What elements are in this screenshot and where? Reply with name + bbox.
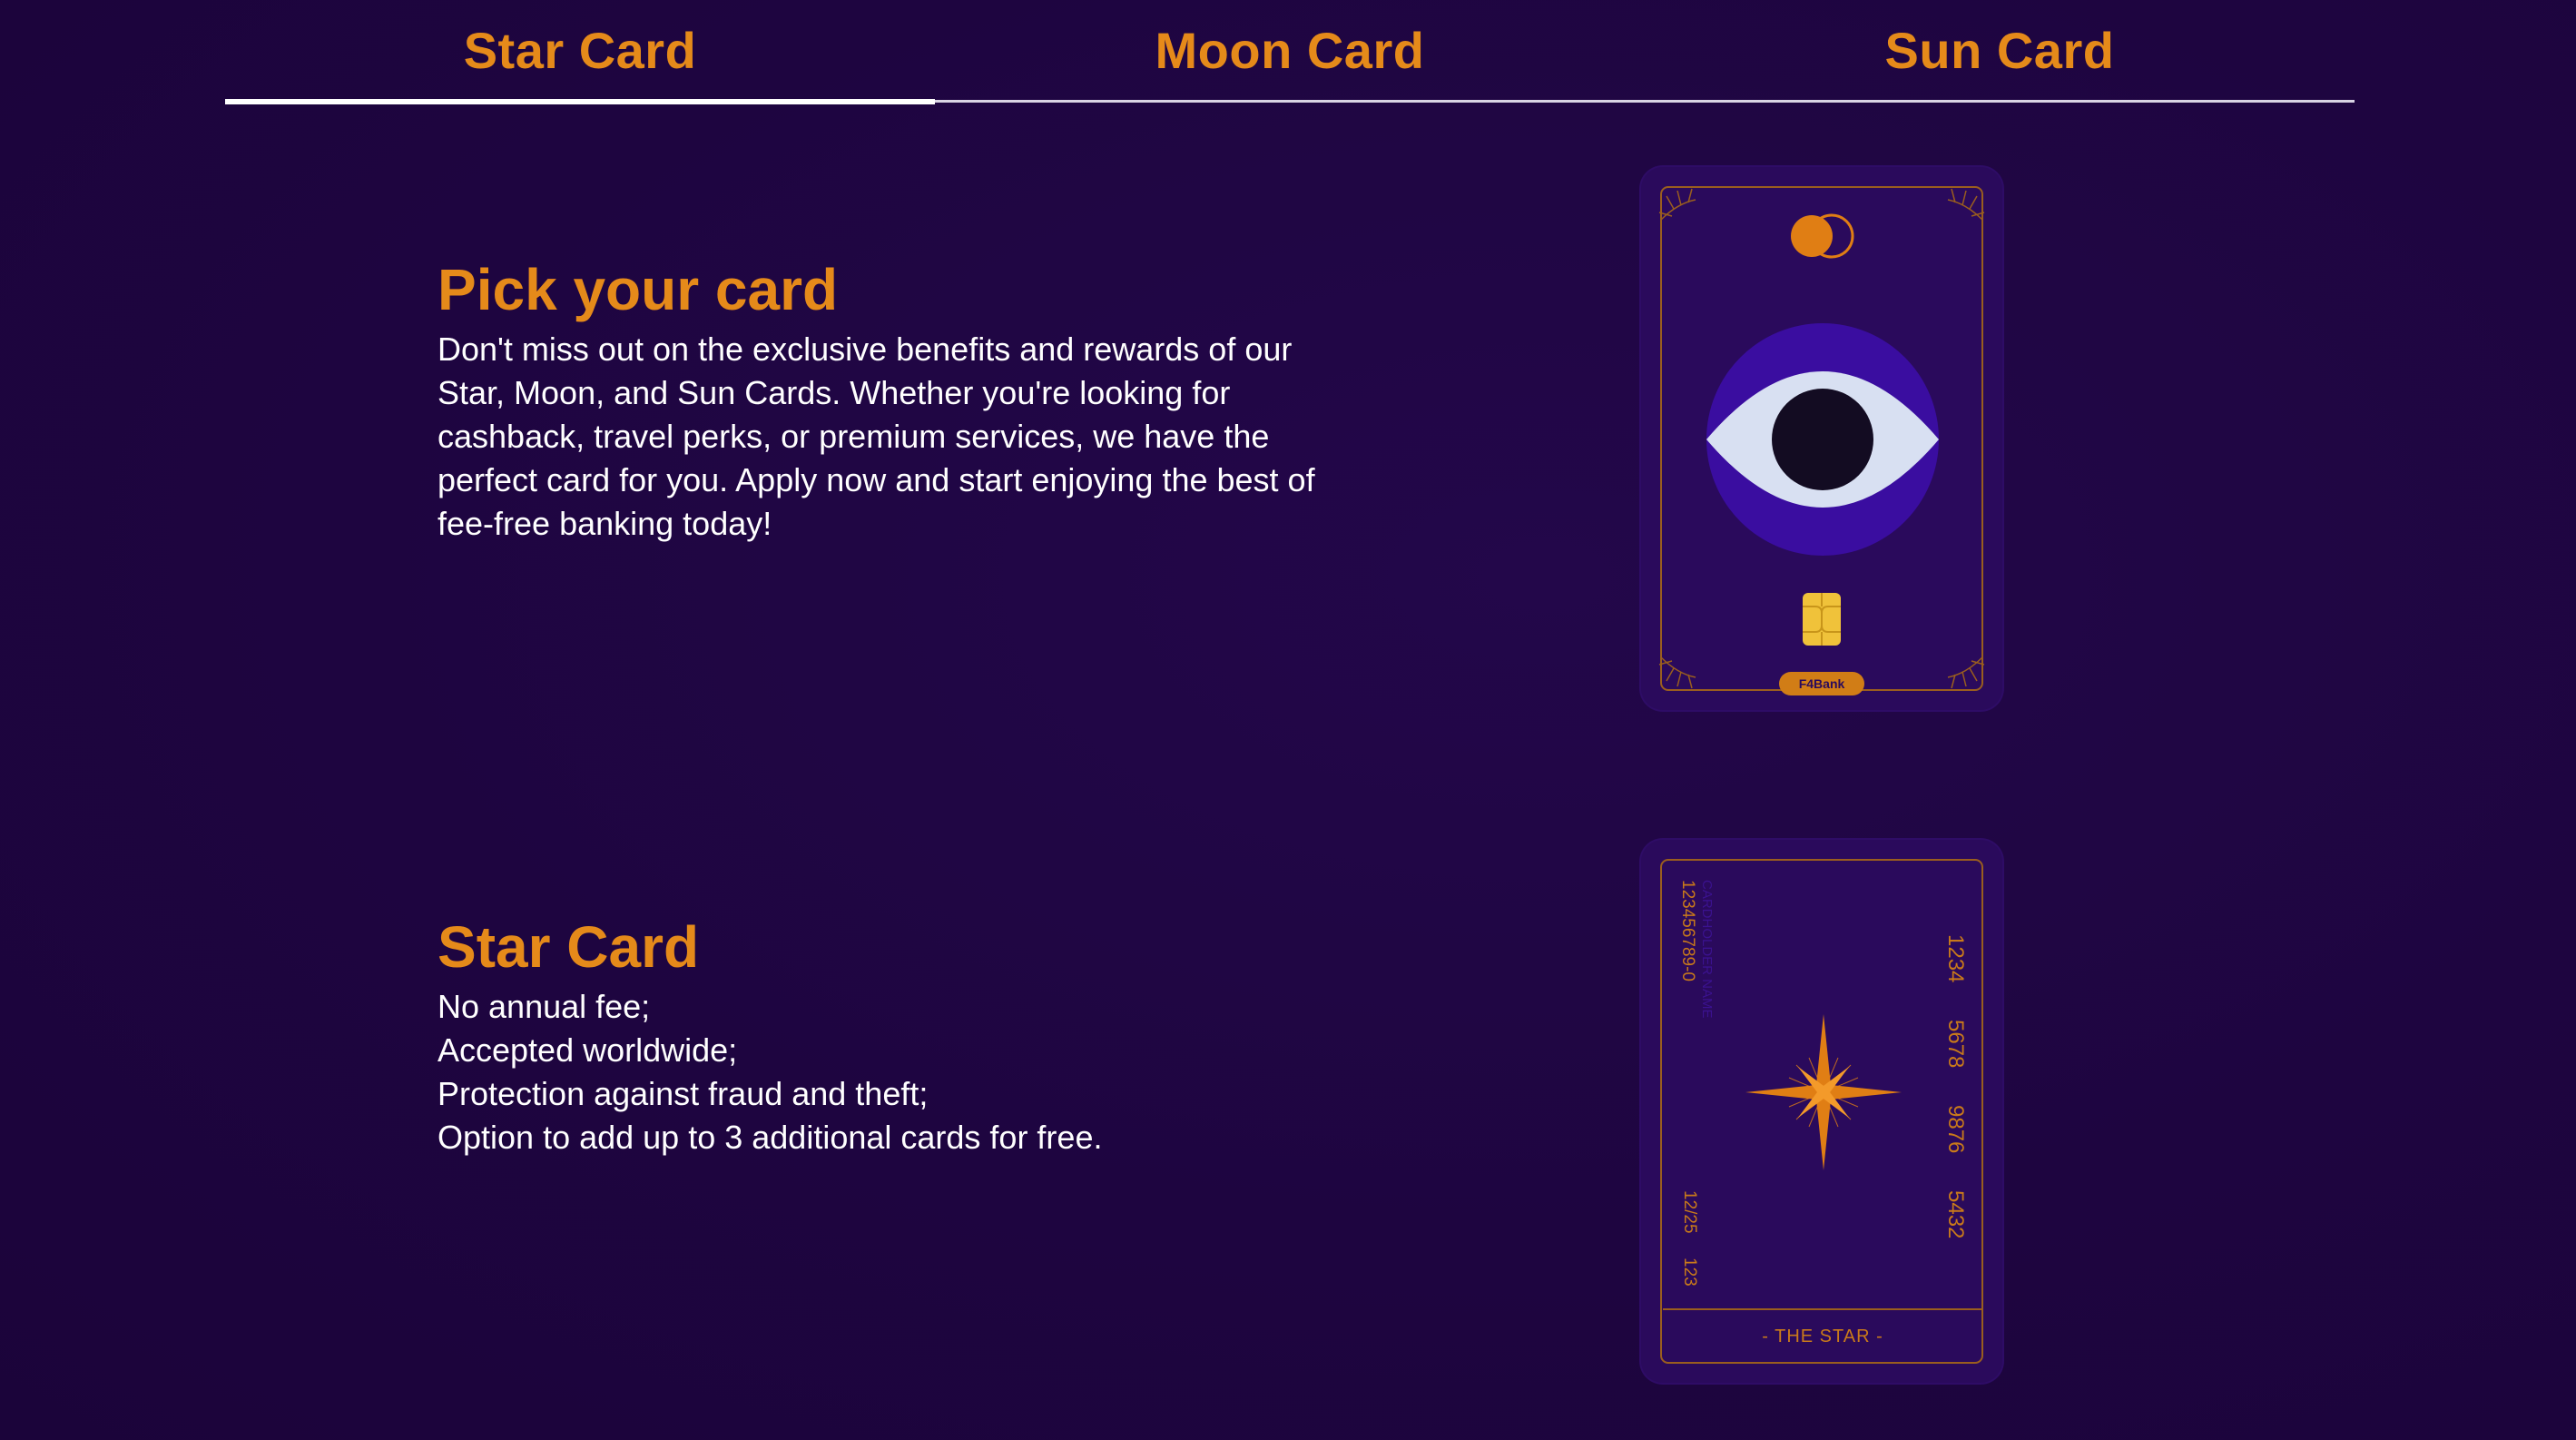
star-icon [1745,1014,1902,1170]
feature-item: Protection against fraud and theft; [438,1075,929,1113]
tab-sun-card[interactable]: Sun Card [1645,0,2355,100]
card-back-title: - THE STAR - [1663,1308,1982,1363]
feature-item: Accepted worldwide; [438,1031,738,1070]
feature-item: Option to add up to 3 additional cards f… [438,1119,1103,1157]
cvv-code: 123 [1680,1258,1699,1287]
card-number-group: 5432 [1943,1190,1968,1239]
card-number-group: 9876 [1943,1105,1968,1154]
feature-item: No annual fee; [438,988,651,1026]
intro-body: Don't miss out on the exclusive benefits… [438,330,1315,543]
active-tab-indicator [225,99,935,104]
tab-star-card[interactable]: Star Card [225,0,935,100]
tab-moon-card[interactable]: Moon Card [935,0,1645,100]
eye-icon [1706,323,1939,556]
chip-icon [1803,593,1841,646]
card-details-heading: Star Card [438,914,700,980]
bank-logo: F4Bank [1779,672,1864,695]
feature-list: No annual fee; Accepted worldwide; Prote… [438,985,1327,1159]
card-back-image: 123456789-0 CARDHOLDER NAME 12/25 123 12… [1641,840,2002,1383]
card-front-image: F4Bank [1641,167,2002,710]
page: Star Card Moon Card Sun Card Pick your c… [0,0,2576,1440]
account-number: 123456789-0 [1678,880,1697,981]
card-tabs: Star Card Moon Card Sun Card [225,0,2355,105]
card-front-art [1658,186,1985,691]
intro-section: Pick your card Don't miss out on the exc… [438,257,1327,546]
card-details-section: Star Card No annual fee; Accepted worldw… [438,914,1327,1159]
expiry-date: 12/25 [1680,1190,1699,1234]
card-number-group: 5678 [1943,1020,1968,1069]
card-network-logo-icon [1791,213,1854,259]
cardholder-name-label: CARDHOLDER NAME [1699,880,1715,1019]
card-number-group: 1234 [1943,934,1968,983]
intro-heading: Pick your card [438,257,839,322]
